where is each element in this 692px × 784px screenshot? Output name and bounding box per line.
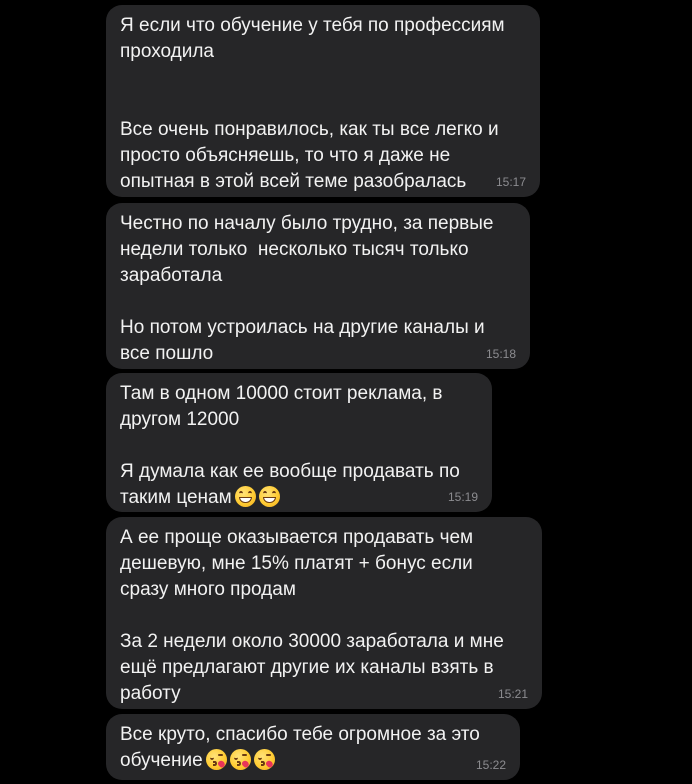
message-text-line xyxy=(120,433,478,459)
message-text-line: Честно по началу было трудно, за первые xyxy=(120,213,494,234)
message-text-line: просто объясняешь, то что я даже не xyxy=(120,145,451,166)
message-text-line: все пошло xyxy=(120,343,214,364)
message-text-line: таким ценам xyxy=(120,485,478,511)
message-timestamp: 15:21 xyxy=(497,687,528,701)
message-text-line: Но потом устроилась на другие каналы и xyxy=(120,317,485,338)
message-text: таким ценам xyxy=(120,487,232,508)
message-text-line: Я если что обучение у тебя по профессиям xyxy=(120,15,505,36)
message-text-line xyxy=(120,603,528,629)
grinning-face-with-smiling-eyes-icon xyxy=(234,486,256,507)
message-text-line: работу xyxy=(120,683,181,704)
message-text-line: опытная в этой всей теме разобралась xyxy=(120,171,467,192)
message-text-line: Все круто, спасибо тебе огромное за это xyxy=(120,724,480,745)
message-timestamp: 15:17 xyxy=(495,175,526,189)
face-blowing-a-kiss-icon xyxy=(229,749,251,770)
message-timestamp: 15:18 xyxy=(485,347,516,361)
message-text-line xyxy=(120,65,526,91)
message-text-line xyxy=(120,289,516,315)
grinning-face-with-smiling-eyes-icon xyxy=(258,486,280,507)
message-bubble[interactable]: Все круто, спасибо тебе огромное за это … xyxy=(106,714,520,780)
message-text-line: заработала xyxy=(120,265,223,286)
message-text-line: дешевую, мне 15% платят + бонус если xyxy=(120,553,473,574)
message-text-line: За 2 недели около 30000 заработала и мне xyxy=(120,631,504,652)
message-text: обучение xyxy=(120,750,203,771)
message-bubble[interactable]: Честно по началу было трудно, за первые … xyxy=(106,203,530,369)
message-text-line: А ее проще оказывается продавать чем xyxy=(120,527,474,548)
message-text-line xyxy=(120,91,526,117)
message-text-line: проходила xyxy=(120,41,214,62)
message-text-line: ещё предлагают другие их каналы взять в xyxy=(120,657,494,678)
message-text-line: сразу много продам xyxy=(120,579,296,600)
message-text-line: обучение xyxy=(120,748,506,774)
message-bubble[interactable]: Там в одном 10000 стоит реклама, в друго… xyxy=(106,373,492,512)
message-bubble[interactable]: А ее проще оказывается продавать чем деш… xyxy=(106,517,542,709)
message-timestamp: 15:19 xyxy=(447,490,478,504)
message-bubble[interactable]: Я если что обучение у тебя по профессиям… xyxy=(106,5,540,197)
message-text-line: другом 12000 xyxy=(120,409,240,430)
message-text-line: Там в одном 10000 стоит реклама, в xyxy=(120,383,443,404)
chat-message-list: Я если что обучение у тебя по профессиям… xyxy=(0,0,692,784)
message-text-line: Я думала как ее вообще продавать по xyxy=(120,461,460,482)
face-blowing-a-kiss-icon xyxy=(205,749,227,770)
message-text-line: недели только несколько тысяч только xyxy=(120,239,469,260)
message-text-line: Все очень понравилось, как ты все легко … xyxy=(120,119,499,140)
message-timestamp: 15:22 xyxy=(475,758,506,772)
face-blowing-a-kiss-icon xyxy=(253,749,275,770)
